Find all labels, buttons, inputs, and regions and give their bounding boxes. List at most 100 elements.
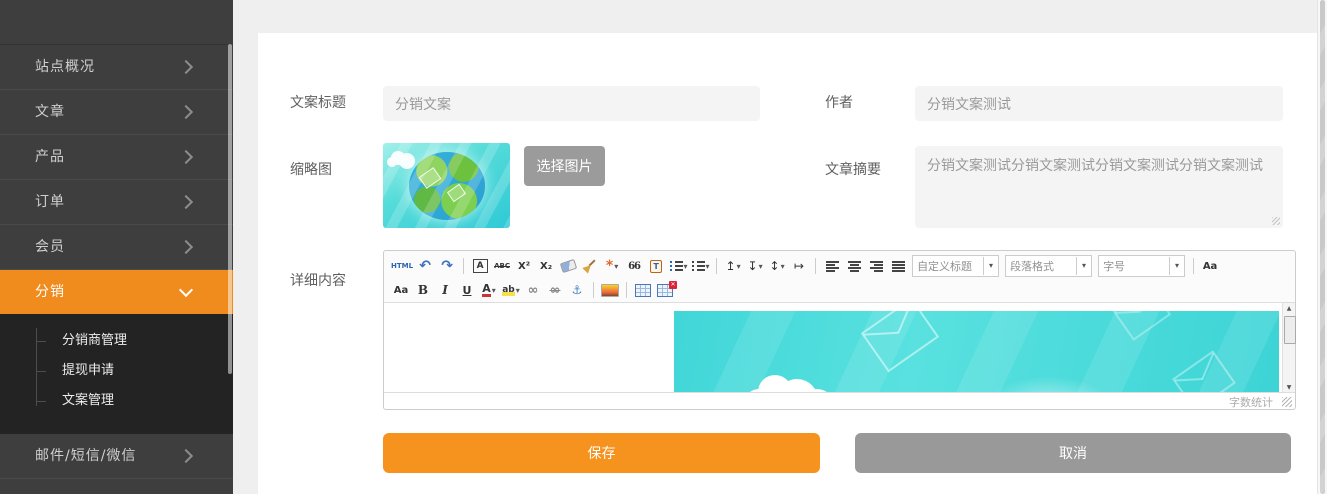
custom-title-select[interactable]: 自定义标题▾ (912, 255, 999, 277)
sidebar-item-orders[interactable]: 订单 (0, 180, 233, 225)
html-source-icon[interactable]: HTML (391, 256, 413, 276)
scroll-down-arrow-icon[interactable]: ▼ (1283, 384, 1295, 391)
toolbar-separator (815, 258, 816, 274)
copy-title-input[interactable] (383, 86, 760, 121)
line-height-icon[interactable]: ↕▾ (767, 256, 787, 276)
dropdown-caret-icon: ▾ (684, 262, 688, 271)
rich-text-editor: HTML↶↷AABCX²X₂*▾66T▾▾↥▾↧▾↕▾↦自定义标题▾段落格式▾字… (383, 250, 1296, 410)
undo-icon-glyph: ↶ (419, 259, 431, 273)
choose-image-button[interactable]: 选择图片 (524, 146, 605, 186)
paragraph-space-top-icon[interactable]: ↥▾ (723, 256, 743, 276)
page-scrollbar-thumb[interactable] (1320, 0, 1325, 494)
sidebar-item-articles[interactable]: 文章 (0, 90, 233, 135)
dropdown-caret-icon: ▾ (706, 262, 710, 271)
sidebar-item-products[interactable]: 产品 (0, 135, 233, 180)
content-label: 详细内容 (290, 271, 346, 291)
editor-scrollbar-thumb[interactable] (1284, 316, 1296, 344)
sidebar-item-email-sms-wechat[interactable]: 邮件/短信/微信 (0, 434, 233, 479)
highlight-color-icon[interactable]: ab▾ (501, 280, 521, 300)
word-count-label: 字数统计 (1229, 394, 1273, 410)
font-color-icon-glyph: A (482, 283, 491, 297)
link-icon-glyph: ∞ (528, 283, 539, 298)
bold-icon-glyph: B (418, 283, 428, 297)
author-input[interactable] (915, 86, 1283, 121)
summary-label: 文章摘要 (825, 160, 881, 180)
underline-icon[interactable]: U (457, 280, 477, 300)
align-right-icon[interactable] (866, 256, 886, 276)
preformat-icon[interactable]: A (470, 256, 490, 276)
paragraph-format-select[interactable]: 段落格式▾ (1005, 255, 1092, 277)
sidebar: 站点概况 文章 产品 订单 会员 分销 分销商管理 提现申请 文案管理 邮件/短… (0, 0, 233, 494)
paste-text-icon-glyph: T (650, 260, 661, 273)
submenu-item-distributor-management[interactable]: 分销商管理 (0, 326, 233, 356)
spellcheck-icon[interactable]: ABC (492, 256, 512, 276)
sidebar-item-distribution[interactable]: 分销 (0, 270, 233, 314)
font-size-select[interactable]: 字号▾ (1098, 255, 1185, 277)
paragraph-space-bottom-icon[interactable]: ↧▾ (745, 256, 765, 276)
cloud-graphic (758, 375, 792, 393)
editor-scrollbar[interactable]: ▲ ▼ (1282, 303, 1295, 393)
highlight-color-icon-glyph: ab (502, 285, 515, 296)
subscript-icon[interactable]: X₂ (536, 256, 556, 276)
auto-typeset-icon-glyph: * (606, 261, 613, 271)
letter-case-convert-icon[interactable]: Aa (1200, 256, 1220, 276)
chevron-right-icon (179, 60, 193, 74)
italic-icon-glyph: I (442, 283, 448, 297)
eraser-icon-glyph (559, 259, 576, 273)
ordered-list-icon[interactable]: ▾ (668, 256, 688, 276)
sidebar-item-members[interactable]: 会员 (0, 225, 233, 270)
sidebar-scrollbar-thumb[interactable] (228, 44, 232, 374)
sidebar-item-site-overview[interactable]: 站点概况 (0, 45, 233, 90)
insert-table-icon[interactable] (633, 280, 653, 300)
dropdown-caret-icon: ▾ (1169, 257, 1184, 275)
blockquote-icon[interactable]: 66 (624, 256, 644, 276)
dropdown-caret-icon: ▾ (516, 286, 520, 295)
submenu-item-copy-management[interactable]: 文案管理 (0, 386, 233, 416)
insert-table-icon-glyph (635, 284, 651, 297)
paste-text-icon[interactable]: T (646, 256, 666, 276)
editor-content-area[interactable] (384, 303, 1282, 393)
submenu-item-withdrawal-application[interactable]: 提现申请 (0, 356, 233, 386)
summary-textarea[interactable]: 分销文案测试分销文案测试分销文案测试分销文案测试 (915, 146, 1283, 228)
align-left-icon[interactable] (822, 256, 842, 276)
align-justify-icon[interactable] (888, 256, 908, 276)
align-center-icon[interactable] (844, 256, 864, 276)
dropdown-caret-icon: ▾ (983, 257, 998, 275)
cancel-button[interactable]: 取消 (855, 433, 1291, 473)
blockquote-icon-glyph: 66 (628, 261, 640, 272)
editor-status-bar: 字数统计 (384, 392, 1295, 409)
cloud-graphic (391, 151, 405, 165)
case-rotate-icon-glyph: Aa (394, 285, 409, 296)
auto-typeset-icon[interactable]: *▾ (602, 256, 622, 276)
unordered-list-icon[interactable]: ▾ (690, 256, 710, 276)
undo-icon[interactable]: ↶ (415, 256, 435, 276)
save-button[interactable]: 保存 (383, 433, 820, 473)
indent-icon[interactable]: ↦ (789, 256, 809, 276)
link-icon[interactable]: ∞ (523, 280, 543, 300)
case-rotate-icon[interactable]: Aa (391, 280, 411, 300)
unlink-icon[interactable]: ∞ (545, 280, 565, 300)
eraser-icon[interactable] (558, 256, 578, 276)
envelope-graphic (861, 303, 939, 372)
textarea-resize-grip-icon[interactable] (1272, 217, 1280, 225)
editor-resize-grip-icon[interactable] (1282, 397, 1292, 407)
delete-table-icon[interactable] (655, 280, 675, 300)
sidebar-item-label: 分销 (35, 284, 65, 300)
html-source-icon-glyph: HTML (391, 262, 413, 270)
bold-icon[interactable]: B (413, 280, 433, 300)
anchor-icon-glyph: ⚓ (572, 283, 583, 297)
dropdown-caret-icon: ▾ (1076, 257, 1091, 275)
italic-icon[interactable]: I (435, 280, 455, 300)
format-brush-icon[interactable] (580, 256, 600, 276)
insert-image-icon[interactable] (600, 280, 620, 300)
font-color-icon[interactable]: A▾ (479, 280, 499, 300)
anchor-icon[interactable]: ⚓ (567, 280, 587, 300)
envelope-graphic (1113, 303, 1171, 341)
editor-toolbar-row-1: HTML↶↷AABCX²X₂*▾66T▾▾↥▾↧▾↕▾↦自定义标题▾段落格式▾字… (390, 254, 1289, 278)
superscript-icon[interactable]: X² (514, 256, 534, 276)
distribution-submenu: 分销商管理 提现申请 文案管理 (0, 314, 233, 434)
scroll-up-arrow-icon[interactable]: ▲ (1283, 305, 1295, 312)
indent-icon-glyph: ↦ (794, 259, 804, 273)
page-scrollbar[interactable] (1317, 0, 1327, 494)
redo-icon[interactable]: ↷ (437, 256, 457, 276)
